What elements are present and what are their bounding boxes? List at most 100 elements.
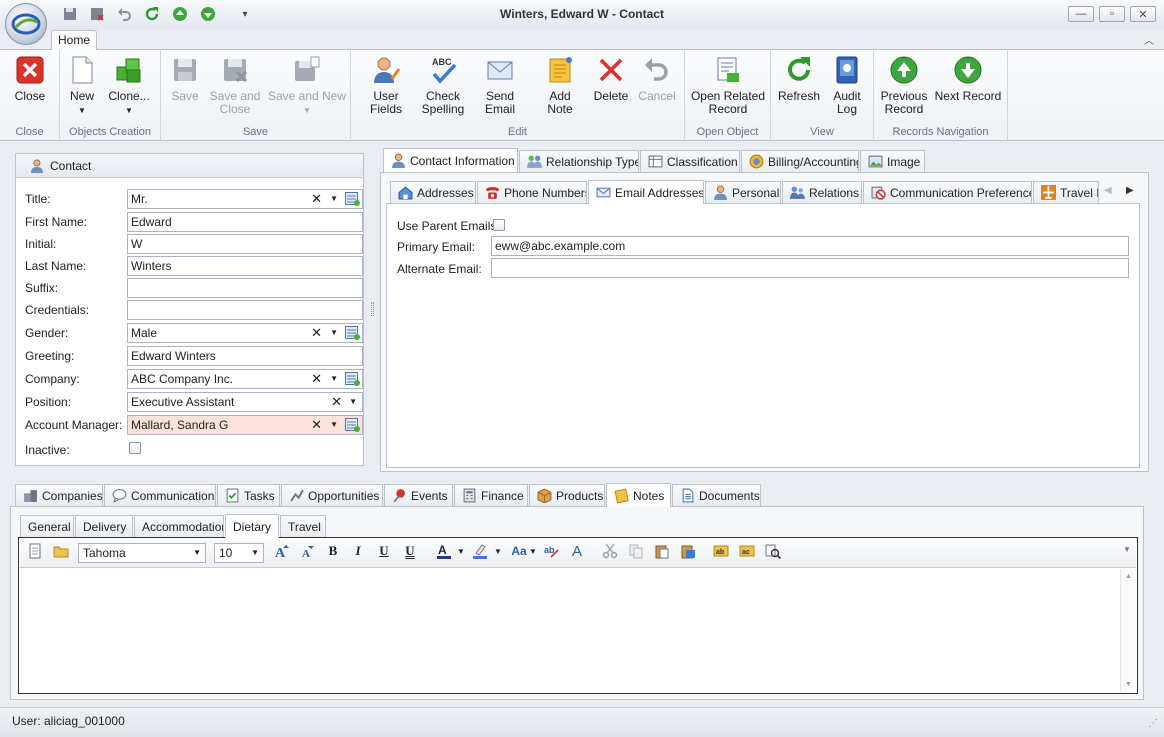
maximize-button[interactable]: ▫	[1099, 6, 1125, 22]
credentials-field[interactable]	[127, 300, 363, 320]
tab-finance[interactable]: Finance	[454, 484, 528, 506]
chevron-down-icon[interactable]: ▼	[330, 324, 338, 342]
cancel-button[interactable]: Cancel	[637, 54, 677, 103]
tab-communications[interactable]: Communications	[104, 484, 216, 506]
italic-icon[interactable]: I	[348, 541, 368, 561]
copy-icon[interactable]	[626, 541, 646, 561]
chevron-down-icon[interactable]: ▼	[193, 544, 201, 562]
grow-font-icon[interactable]: A	[272, 541, 292, 561]
tab-notes[interactable]: Notes	[606, 483, 671, 507]
notes-tab-general[interactable]: General	[20, 515, 74, 537]
tab-contact-information[interactable]: Contact Information	[383, 148, 518, 172]
subtab-email-addresses[interactable]: Email Addresses	[588, 180, 704, 204]
save-button[interactable]: Save	[166, 54, 204, 103]
tab-classification[interactable]: Classification	[640, 150, 740, 172]
application-menu-button[interactable]	[5, 3, 47, 45]
tab-billing-accounting[interactable]: Billing/Accounting	[741, 150, 859, 172]
change-case-icon[interactable]: Aa	[507, 541, 531, 561]
notes-tab-delivery[interactable]: Delivery	[75, 515, 133, 537]
save-and-new-button[interactable]: Save and New ▼	[267, 54, 347, 117]
greeting-field[interactable]: Edward Winters	[127, 346, 363, 366]
notes-tab-dietary[interactable]: Dietary	[225, 514, 279, 538]
initial-field[interactable]: W	[127, 234, 363, 254]
chevron-down-icon[interactable]: ▼	[330, 190, 338, 208]
send-email-button[interactable]: Send Email	[471, 54, 529, 116]
delete-button[interactable]: Delete	[591, 54, 631, 103]
clear-formatting-icon[interactable]: ab	[541, 541, 561, 561]
font-color-dropdown-icon[interactable]: ▼	[457, 547, 465, 556]
underline-icon[interactable]: U	[374, 541, 394, 561]
subtab-personal[interactable]: Personal	[705, 181, 781, 203]
next-record-button[interactable]: Next Record	[934, 54, 1002, 103]
chevron-down-icon[interactable]: ▼	[330, 370, 338, 388]
clear-icon[interactable]: ✕	[311, 324, 322, 342]
open-related-record-button[interactable]: Open Related Record	[689, 54, 767, 116]
tab-tasks[interactable]: Tasks	[217, 484, 280, 506]
use-parent-emails-checkbox[interactable]	[493, 219, 505, 231]
tab-events[interactable]: Events	[384, 484, 453, 506]
minimize-button[interactable]: —	[1068, 6, 1094, 22]
toolbar-overflow-icon[interactable]: ▼	[1121, 545, 1133, 563]
change-case-dropdown-icon[interactable]: ▼	[529, 547, 537, 556]
chevron-down-icon[interactable]: ▼	[251, 544, 259, 562]
paste-icon[interactable]	[652, 541, 672, 561]
note-text-area[interactable]	[20, 569, 1136, 692]
notes-tab-accommodation[interactable]: Accommodation	[134, 515, 224, 537]
scroll-tabs-right-icon[interactable]: ▶	[1126, 185, 1134, 196]
ribbon-tab-home[interactable]: Home	[51, 30, 97, 50]
clone-button[interactable]: Clone... ▼	[105, 54, 153, 117]
font-size-combo[interactable]: 10 ▼	[214, 543, 264, 563]
suffix-field[interactable]	[127, 278, 363, 298]
add-note-button[interactable]: Add Note	[535, 54, 585, 116]
clear-icon[interactable]: ✕	[311, 416, 322, 434]
subtab-travel-info[interactable]: Travel In	[1033, 181, 1099, 203]
paste-special-icon[interactable]	[678, 541, 698, 561]
replace-icon[interactable]: ac	[737, 541, 757, 561]
find-icon[interactable]: ab	[711, 541, 731, 561]
notes-tab-travel[interactable]: Travel	[280, 515, 326, 537]
subtab-relations[interactable]: Relations	[782, 181, 862, 203]
highlight-dropdown-icon[interactable]: ▼	[494, 547, 502, 556]
bold-icon[interactable]: B	[323, 541, 343, 561]
tab-products[interactable]: Products	[529, 484, 605, 506]
tab-opportunities[interactable]: Opportunities	[281, 484, 383, 506]
tab-relationship-type[interactable]: Relationship Type	[519, 150, 639, 172]
scroll-down-icon[interactable]: ▼	[1121, 681, 1136, 688]
inactive-checkbox[interactable]	[129, 442, 141, 454]
chevron-down-icon[interactable]: ▼	[330, 416, 338, 434]
save-and-close-button[interactable]: Save and Close	[209, 54, 261, 116]
alternate-email-field[interactable]	[491, 258, 1129, 278]
highlight-color-icon[interactable]	[470, 541, 490, 561]
font-color-icon[interactable]: A	[434, 541, 454, 561]
editor-open-icon[interactable]	[51, 541, 71, 561]
first-name-field[interactable]: Edward	[127, 212, 363, 232]
clear-icon[interactable]: ✕	[311, 370, 322, 388]
check-spelling-button[interactable]: ABC Check Spelling	[419, 54, 467, 116]
close-window-button[interactable]: ✕	[1130, 6, 1156, 22]
lookup-icon[interactable]	[345, 418, 360, 432]
new-button[interactable]: New ▼	[63, 54, 101, 117]
resize-grip-icon[interactable]: ⋰	[1148, 718, 1158, 729]
scroll-up-icon[interactable]: ▲	[1121, 573, 1136, 580]
tab-documents[interactable]: Documents	[672, 484, 761, 506]
previous-record-button[interactable]: Previous Record	[878, 54, 930, 116]
audit-log-button[interactable]: Audit Log	[827, 54, 867, 116]
company-field[interactable]: ABC Company Inc. ✕ ▼	[127, 369, 363, 389]
shrink-font-icon[interactable]: A	[297, 541, 317, 561]
lookup-icon[interactable]	[345, 326, 360, 340]
last-name-field[interactable]: Winters	[127, 256, 363, 276]
cut-icon[interactable]	[600, 541, 620, 561]
scroll-tabs-left-icon[interactable]: ◀	[1104, 185, 1112, 196]
title-field[interactable]: Mr. ✕ ▼	[127, 189, 363, 209]
subtab-addresses[interactable]: Addresses	[390, 181, 476, 203]
close-button[interactable]: Close	[8, 54, 52, 103]
position-field[interactable]: Executive Assistant ✕ ▼	[127, 392, 363, 412]
clear-icon[interactable]: ✕	[311, 190, 322, 208]
subtab-communication-preferences[interactable]: Communication Preferences	[863, 181, 1032, 203]
lookup-icon[interactable]	[345, 372, 360, 386]
refresh-button[interactable]: Refresh	[776, 54, 822, 103]
gender-field[interactable]: Male ✕ ▼	[127, 323, 363, 343]
double-underline-icon[interactable]: U	[400, 541, 420, 561]
collapse-ribbon-icon[interactable]: ︿	[1144, 32, 1154, 47]
font-family-combo[interactable]: Tahoma ▼	[78, 543, 206, 563]
